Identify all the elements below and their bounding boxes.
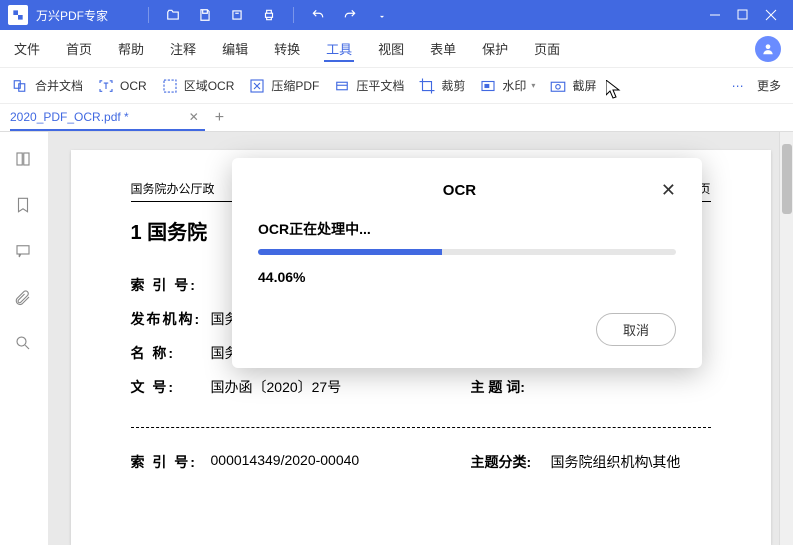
- app-logo: [8, 5, 28, 25]
- field-label: 名 称:: [131, 343, 211, 363]
- merge-icon: [12, 77, 30, 95]
- merge-button[interactable]: 合并文档: [12, 77, 83, 95]
- area-ocr-label: 区域OCR: [184, 77, 235, 94]
- dialog-title: OCR: [258, 182, 661, 199]
- toolbar-more-button[interactable]: ⋯ 更多: [732, 77, 781, 94]
- flatten-icon: [333, 77, 351, 95]
- separator: [293, 7, 294, 23]
- area-ocr-icon: [161, 77, 179, 95]
- menu-file[interactable]: 文件: [12, 35, 42, 62]
- compress-icon: [248, 77, 266, 95]
- scrollbar-thumb[interactable]: [782, 144, 792, 214]
- divider: [131, 427, 711, 428]
- menu-help[interactable]: 帮助: [116, 35, 146, 62]
- app-title: 万兴PDF专家: [36, 7, 108, 24]
- crop-label: 裁剪: [441, 77, 465, 94]
- camera-icon: [549, 77, 567, 95]
- document-tab[interactable]: 2020_PDF_OCR.pdf * ✕: [10, 104, 205, 131]
- ocr-button[interactable]: OCR: [97, 77, 147, 95]
- undo-icon[interactable]: [310, 7, 326, 23]
- ocr-label: OCR: [120, 79, 147, 93]
- menu-edit[interactable]: 编辑: [220, 35, 250, 62]
- watermark-label: 水印: [502, 77, 526, 94]
- flatten-button[interactable]: 压平文档: [333, 77, 404, 95]
- field-value: 国务院组织机构\其他: [551, 452, 681, 472]
- cancel-button[interactable]: 取消: [596, 313, 676, 346]
- field-label: 主题分类:: [471, 452, 551, 472]
- thumbnails-icon[interactable]: [14, 150, 34, 170]
- print-icon[interactable]: [261, 7, 277, 23]
- crop-icon: [418, 77, 436, 95]
- close-button[interactable]: [757, 0, 785, 30]
- search-icon[interactable]: [14, 334, 34, 354]
- field-label: 索 引 号:: [131, 452, 211, 472]
- menu-convert[interactable]: 转换: [272, 35, 302, 62]
- more-label: 更多: [757, 77, 781, 94]
- document-tab-bar: 2020_PDF_OCR.pdf * ✕ +: [0, 104, 793, 132]
- menu-view[interactable]: 视图: [376, 35, 406, 62]
- comments-icon[interactable]: [14, 242, 34, 262]
- menu-bar: 文件 首页 帮助 注释 编辑 转换 工具 视图 表单 保护 页面: [0, 30, 793, 68]
- attachment-icon[interactable]: [14, 288, 34, 308]
- area-ocr-button[interactable]: 区域OCR: [161, 77, 235, 95]
- bookmark-icon[interactable]: [14, 196, 34, 216]
- compress-label: 压缩PDF: [271, 77, 319, 94]
- flatten-label: 压平文档: [356, 77, 404, 94]
- maximize-button[interactable]: [729, 0, 757, 30]
- minimize-button[interactable]: [701, 0, 729, 30]
- menu-form[interactable]: 表单: [428, 35, 458, 62]
- doc-header-left: 国务院办公厅政: [131, 180, 215, 197]
- field-label: 索 引 号:: [131, 275, 211, 295]
- crop-button[interactable]: 裁剪: [418, 77, 465, 95]
- separator: [148, 7, 149, 23]
- field-value: 国办函〔2020〕27号: [211, 377, 471, 397]
- tab-title: 2020_PDF_OCR.pdf *: [10, 110, 129, 124]
- open-icon[interactable]: [165, 7, 181, 23]
- progress-status: OCR正在处理中...: [258, 219, 676, 239]
- field-label: 主 题 词:: [471, 377, 551, 397]
- ocr-progress-dialog: OCR ✕ OCR正在处理中... 44.06% 取消: [232, 158, 702, 368]
- ocr-icon: [97, 77, 115, 95]
- left-sidebar: [0, 132, 48, 545]
- merge-label: 合并文档: [35, 77, 83, 94]
- table-row: 索 引 号: 000014349/2020-00040 主题分类: 国务院组织机…: [131, 452, 711, 472]
- field-label: 文 号:: [131, 377, 211, 397]
- menu-protect[interactable]: 保护: [480, 35, 510, 62]
- title-bar: 万兴PDF专家: [0, 0, 793, 30]
- more-icon: ⋯: [732, 79, 744, 93]
- compress-button[interactable]: 压缩PDF: [248, 77, 319, 95]
- progress-percent: 44.06%: [258, 269, 676, 285]
- tab-close-icon[interactable]: ✕: [189, 110, 199, 124]
- qat-dropdown-icon[interactable]: [374, 7, 390, 23]
- save-as-icon[interactable]: [229, 7, 245, 23]
- menu-tools[interactable]: 工具: [324, 35, 354, 62]
- menu-annotate[interactable]: 注释: [168, 35, 198, 62]
- field-value: 000014349/2020-00040: [211, 452, 471, 472]
- quick-access-toolbar: [148, 7, 390, 23]
- table-row: 文 号: 国办函〔2020〕27号 主 题 词:: [131, 377, 711, 397]
- tools-toolbar: 合并文档 OCR 区域OCR 压缩PDF 压平文档 裁剪 水印 ▾ 截屏 ⋯ 更多: [0, 68, 793, 104]
- watermark-icon: [479, 77, 497, 95]
- save-icon[interactable]: [197, 7, 213, 23]
- redo-icon[interactable]: [342, 7, 358, 23]
- add-tab-button[interactable]: +: [215, 109, 224, 127]
- user-avatar[interactable]: [755, 36, 781, 62]
- progress-fill: [258, 249, 442, 255]
- dropdown-icon: ▾: [531, 81, 535, 90]
- dialog-close-icon[interactable]: ✕: [661, 180, 676, 201]
- screenshot-button[interactable]: 截屏: [549, 77, 596, 95]
- field-label: 发布机构:: [131, 309, 211, 329]
- menu-page[interactable]: 页面: [532, 35, 562, 62]
- screenshot-label: 截屏: [572, 77, 596, 94]
- vertical-scrollbar[interactable]: [779, 132, 793, 545]
- menu-home[interactable]: 首页: [64, 35, 94, 62]
- progress-bar: [258, 249, 676, 255]
- watermark-button[interactable]: 水印 ▾: [479, 77, 535, 95]
- cursor-icon: [606, 80, 622, 100]
